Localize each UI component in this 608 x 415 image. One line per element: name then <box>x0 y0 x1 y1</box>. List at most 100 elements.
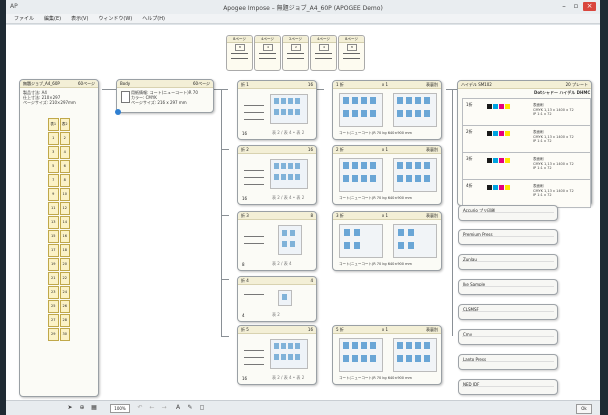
body-node[interactable]: Body 60ページ 用紙情報: コート(ニューコート)R 70 カラー: CM… <box>115 79 214 115</box>
imposition-caption: 表 2 / 表 4 • 表 2 <box>272 130 305 135</box>
forward-icon[interactable]: → <box>160 404 168 412</box>
imposition-caption: 表 2 / 表 4 • 表 2 <box>272 195 305 200</box>
imposition-node[interactable]: 折 5 16 16 表 2 / 表 4 • 表 2 <box>237 325 317 385</box>
page-cell[interactable]: 23 24 <box>48 286 70 299</box>
page-cell[interactable]: 29 30 <box>48 328 70 341</box>
menu-help[interactable]: ヘルプ(H) <box>142 14 165 23</box>
link-icon <box>115 109 121 115</box>
maximize-button[interactable]: ▫ <box>571 2 581 11</box>
fold-icon <box>244 234 264 254</box>
template-card[interactable]: 4ページ 4 <box>310 35 337 71</box>
imposition-caption: 表 2 / 表 4 • 表 2 <box>272 375 305 380</box>
shape-tool-icon[interactable]: ◻ <box>198 404 206 412</box>
device-item[interactable]: NED JDF <box>458 379 558 395</box>
connector <box>221 89 222 336</box>
menu-view[interactable]: 表示(V) <box>71 14 88 23</box>
page-cell[interactable]: 21 22 <box>48 272 70 285</box>
color-swatches <box>487 185 510 190</box>
template-card[interactable]: 4ページ 4 <box>254 35 281 71</box>
page-cell[interactable]: 12 <box>48 132 70 145</box>
device-item[interactable]: Accurio プリ印刷 <box>458 205 558 221</box>
fold-icon <box>244 168 264 188</box>
page-cell[interactable]: 34 <box>48 146 70 159</box>
page-count: 8 <box>242 262 245 267</box>
imposition-thumbnail <box>270 94 308 124</box>
page-cell[interactable]: 27 28 <box>48 314 70 327</box>
imposition-node[interactable]: 折 2 16 16 表 2 / 表 4 • 表 2 <box>237 145 317 205</box>
fold-icon <box>244 103 264 123</box>
menu-bar: ファイル 編集(E) 表示(V) ウィンドウ(W) ヘルプ(H) <box>6 14 600 24</box>
sheet-preview-back <box>393 224 437 258</box>
plate-row[interactable]: 3折 表面刷 CMYK 1,13 x 1400 x 72 IP 1:1 x 72 <box>462 152 591 181</box>
color-swatches <box>487 104 510 109</box>
job-panel[interactable]: 無題ジョブ_A4_60P 60ページ 製品寸法: A4 仕上寸法: 210×29… <box>19 79 99 397</box>
connector <box>102 89 116 90</box>
page-cell[interactable]: 表1 表2 <box>48 118 70 131</box>
page-cell[interactable]: 17 18 <box>48 244 70 257</box>
press-sheet-node[interactable]: 2 折x 1 表裏別 コート(ニューコート)R 70 kg 640×900 mm <box>332 145 442 205</box>
text-tool-icon[interactable]: A <box>174 404 182 412</box>
sheet-preview-back <box>393 338 437 372</box>
job-line: ページサイズ: 210×297mm <box>23 100 76 105</box>
page-cell[interactable]: 19 20 <box>48 258 70 271</box>
device-item[interactable]: Zunlau <box>458 254 558 270</box>
imposition-node[interactable]: 折 38 8 表 2 / 表 4 <box>237 211 317 271</box>
page-cell[interactable]: 13 14 <box>48 216 70 229</box>
page-count: 16 <box>242 196 248 201</box>
status-bar: ➤ ⊕ ▦ 100% ↶ ← → A ✎ ◻ Ok <box>6 400 600 415</box>
grid-tool-icon[interactable]: ▦ <box>90 404 98 412</box>
page-cell[interactable]: 15 16 <box>48 230 70 243</box>
imposition-caption: 表 2 / 表 4 <box>272 261 292 266</box>
device-item[interactable]: Premium Press <box>458 229 558 245</box>
press-sheet-node[interactable]: 1 折x 1 表裏別 コート(ニューコート)R 70 kg 640×900 mm <box>332 80 442 140</box>
menu-file[interactable]: ファイル <box>14 14 34 23</box>
title-bar: AP Apogee Impose – 無題ジョブ_A4_60P (APOGEE … <box>6 0 600 15</box>
template-card[interactable]: 2ページ 2 <box>282 35 309 71</box>
press-sheet-node[interactable]: 3 折x 1 表裏別 コート(ニューコート)R 70 kg 640×900 mm <box>332 211 442 271</box>
plate-row[interactable]: 1折 表面刷 CMYK 1,13 x 1400 x 72 IP 1:1 x 72 <box>462 98 591 127</box>
plate-row[interactable]: 2折 表面刷 CMYK 1,13 x 1400 x 72 IP 1:1 x 72 <box>462 125 591 154</box>
device-item[interactable]: CLSMSF <box>458 304 558 320</box>
imposition-node[interactable]: 折 1 16 16 表 2 / 表 4 • 表 2 <box>237 80 317 140</box>
ok-button[interactable]: Ok <box>576 404 592 414</box>
brush-tool-icon[interactable]: ✎ <box>186 404 194 412</box>
body-pages: 60ページ <box>192 81 210 86</box>
device-item[interactable]: Lanto Press <box>458 354 558 370</box>
job-pages: 60ページ <box>77 81 95 86</box>
job-title: 無題ジョブ_A4_60P <box>23 81 60 86</box>
imposition-thumbnail <box>270 159 308 189</box>
page-cell[interactable]: 78 <box>48 174 70 187</box>
output-device-node[interactable]: ハイデル SM102 20 プレート Dotシャドー ハイデル DHMC 1折 表… <box>457 80 592 208</box>
pointer-tool-icon[interactable]: ➤ <box>66 404 74 412</box>
zoom-level[interactable]: 100% <box>110 404 130 413</box>
body-title: Body <box>120 81 131 86</box>
menu-edit[interactable]: 編集(E) <box>44 14 61 23</box>
zoom-tool-icon[interactable]: ⊕ <box>78 404 86 412</box>
template-card[interactable]: 8ページ 8 <box>338 35 365 71</box>
template-card[interactable]: 8ページ 8 <box>226 35 253 71</box>
undo-icon[interactable]: ↶ <box>136 404 144 412</box>
page-count: 16 <box>242 376 248 381</box>
body-line: ページサイズ: 216 x 297 mm <box>131 100 187 105</box>
menu-window[interactable]: ウィンドウ(W) <box>98 14 132 23</box>
imposition-node[interactable]: 折 44 4 表 2 <box>237 276 317 322</box>
page-cell[interactable]: 56 <box>48 160 70 173</box>
sheet-preview-back <box>393 158 437 192</box>
device-item[interactable]: Cmy <box>458 329 558 345</box>
close-button[interactable]: × <box>583 2 596 11</box>
connector <box>221 279 229 280</box>
color-swatches <box>487 131 510 136</box>
press-sheet-node[interactable]: 5 折x 1 表裏別 コート(ニューコート)R 70 kg 640×900 mm <box>332 325 442 385</box>
document-icon <box>121 91 130 103</box>
page-count: 16 <box>242 131 248 136</box>
back-icon[interactable]: ← <box>148 404 156 412</box>
plate-row[interactable]: 4折 表面刷 CMYK 1,13 x 1400 x 72 IP 1:1 x 72 <box>462 179 591 208</box>
minimize-button[interactable]: – <box>559 2 569 11</box>
page-cell[interactable]: 25 26 <box>48 300 70 313</box>
sheet-preview-front <box>339 93 383 127</box>
sheet-footer: コート(ニューコート)R 70 kg 640×900 mm <box>339 131 412 135</box>
connector <box>221 336 229 337</box>
device-item[interactable]: Ike Sample <box>458 279 558 295</box>
page-cell[interactable]: 9 10 <box>48 188 70 201</box>
page-cell[interactable]: 11 12 <box>48 202 70 215</box>
